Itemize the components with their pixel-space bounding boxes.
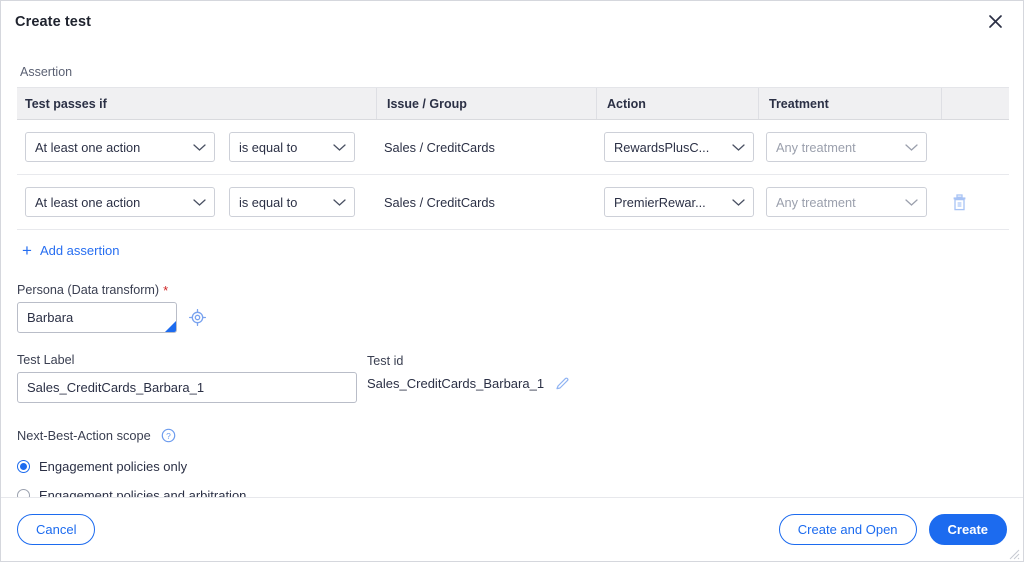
- test-label-input-value: Sales_CreditCards_Barbara_1: [27, 380, 205, 395]
- treatment-select[interactable]: Any treatment: [766, 132, 927, 162]
- radio-engagement-policies-only[interactable]: Engagement policies only: [17, 459, 1007, 474]
- nba-scope-field: Next-Best-Action scope ? Engagement poli…: [17, 425, 1007, 497]
- create-button[interactable]: Create: [928, 514, 1007, 545]
- cell-test-passes-if: At least one action is equal to: [17, 132, 376, 162]
- footer-primary-actions: Create and Open Create: [778, 514, 1007, 545]
- operator-select[interactable]: is equal to: [229, 187, 355, 217]
- passes-if-select[interactable]: At least one action: [25, 187, 215, 217]
- passes-if-select-value: At least one action: [35, 194, 141, 210]
- assertion-table-header: Test passes if Issue / Group Action Trea…: [17, 87, 1009, 120]
- test-label-field: Test Label Sales_CreditCards_Barbara_1: [17, 353, 367, 403]
- passes-if-select[interactable]: At least one action: [25, 132, 215, 162]
- radio-label: Engagement policies only: [39, 459, 188, 474]
- persona-input[interactable]: Barbara: [17, 302, 177, 333]
- treatment-select-value: Any treatment: [776, 194, 856, 210]
- target-picker-icon[interactable]: [187, 308, 207, 328]
- create-and-open-button[interactable]: Create and Open: [778, 514, 917, 545]
- plus-icon: +: [22, 241, 32, 260]
- column-header-test-passes-if: Test passes if: [25, 96, 107, 111]
- chevron-down-icon: [193, 195, 206, 210]
- chevron-down-icon: [333, 140, 346, 155]
- page-title: Create test: [15, 13, 92, 30]
- add-assertion-label: Add assertion: [39, 243, 120, 258]
- radio-indicator: [17, 460, 30, 473]
- svg-text:?: ?: [166, 430, 171, 440]
- label-and-id-row: Test Label Sales_CreditCards_Barbara_1 T…: [17, 353, 1007, 403]
- table-row: At least one action is equal to Sales / …: [17, 175, 1009, 230]
- operator-select-value: is equal to: [239, 139, 298, 155]
- persona-field: Persona (Data transform) * Barbara: [17, 283, 1007, 333]
- create-test-dialog: Create test Assertion Test passes if Iss…: [0, 0, 1024, 562]
- cell-row-actions: [941, 192, 1009, 212]
- treatment-select[interactable]: Any treatment: [766, 187, 927, 217]
- persona-label-row: Persona (Data transform) *: [17, 283, 1007, 297]
- test-label-input[interactable]: Sales_CreditCards_Barbara_1: [17, 372, 357, 403]
- test-id-field: Test id Sales_CreditCards_Barbara_1: [367, 353, 572, 403]
- operator-select[interactable]: is equal to: [229, 132, 355, 162]
- column-header-action: Action: [596, 88, 758, 119]
- radio-indicator: [17, 489, 30, 497]
- operator-select-value: is equal to: [239, 194, 298, 210]
- chevron-down-icon: [333, 195, 346, 210]
- table-row: At least one action is equal to Sales / …: [17, 120, 1009, 175]
- test-id-value-row: Sales_CreditCards_Barbara_1: [367, 373, 572, 393]
- chevron-down-icon: [193, 140, 206, 155]
- issue-group-value: Sales / CreditCards: [384, 194, 495, 210]
- action-select-value: RewardsPlusC...: [614, 139, 710, 155]
- resize-grip-icon[interactable]: [1008, 547, 1020, 560]
- column-header-issue-group: Issue / Group: [376, 88, 596, 119]
- cell-issue-group: Sales / CreditCards: [376, 195, 596, 210]
- passes-if-select-value: At least one action: [35, 139, 141, 155]
- issue-group-value: Sales / CreditCards: [384, 139, 495, 155]
- assertion-section-label: Assertion: [20, 65, 73, 79]
- trash-icon[interactable]: [949, 192, 969, 212]
- dialog-footer: Cancel Create and Open Create: [1, 497, 1023, 561]
- action-select[interactable]: PremierRewar...: [604, 187, 754, 217]
- chevron-down-icon: [905, 195, 918, 210]
- close-icon-glyph: [988, 15, 1002, 28]
- help-circle-icon-glyph: ?: [161, 428, 176, 442]
- close-icon[interactable]: [981, 8, 1009, 36]
- chevron-down-icon: [732, 195, 745, 210]
- trash-icon-glyph: [953, 193, 965, 210]
- chevron-down-icon: [732, 140, 745, 155]
- cell-action: RewardsPlusC...: [596, 132, 758, 162]
- treatment-select-value: Any treatment: [776, 139, 856, 155]
- cell-action: PremierRewar...: [596, 187, 758, 217]
- nba-scope-title: Next-Best-Action scope: [17, 427, 151, 443]
- column-header-actions: [941, 88, 1009, 119]
- radio-label: Engagement policies and arbitration: [39, 488, 247, 497]
- assertion-table: Test passes if Issue / Group Action Trea…: [17, 87, 1009, 230]
- pencil-icon-glyph: [555, 377, 568, 389]
- autocomplete-corner-indicator: [165, 321, 176, 332]
- cancel-button[interactable]: Cancel: [17, 514, 96, 545]
- column-header-treatment: Treatment: [758, 88, 941, 119]
- resize-grip-glyph: [1009, 549, 1020, 560]
- target-picker-icon-glyph: [188, 309, 206, 326]
- test-id-label: Test id: [367, 354, 404, 368]
- test-id-value: Sales_CreditCards_Barbara_1: [367, 375, 545, 391]
- nba-scope-title-row: Next-Best-Action scope ?: [17, 425, 1007, 445]
- action-select-value: PremierRewar...: [614, 194, 706, 210]
- help-circle-icon[interactable]: ?: [159, 425, 179, 445]
- chevron-down-icon: [905, 140, 918, 155]
- test-label-label: Test Label: [17, 353, 75, 367]
- cell-test-passes-if: At least one action is equal to: [17, 187, 376, 217]
- cell-treatment: Any treatment: [758, 187, 941, 217]
- radio-engagement-policies-and-arbitration[interactable]: Engagement policies and arbitration: [17, 488, 1007, 497]
- pencil-icon[interactable]: [552, 373, 572, 393]
- cell-treatment: Any treatment: [758, 132, 941, 162]
- required-marker: *: [163, 282, 169, 298]
- add-assertion-button[interactable]: + Add assertion: [22, 242, 119, 259]
- persona-input-value: Barbara: [27, 310, 74, 325]
- cell-issue-group: Sales / CreditCards: [376, 140, 596, 155]
- dialog-header: Create test: [1, 1, 1023, 42]
- action-select[interactable]: RewardsPlusC...: [604, 132, 754, 162]
- persona-input-row: Barbara: [17, 302, 1007, 333]
- dialog-body: Assertion Test passes if Issue / Group A…: [1, 42, 1023, 497]
- persona-label: Persona (Data transform): [17, 283, 160, 297]
